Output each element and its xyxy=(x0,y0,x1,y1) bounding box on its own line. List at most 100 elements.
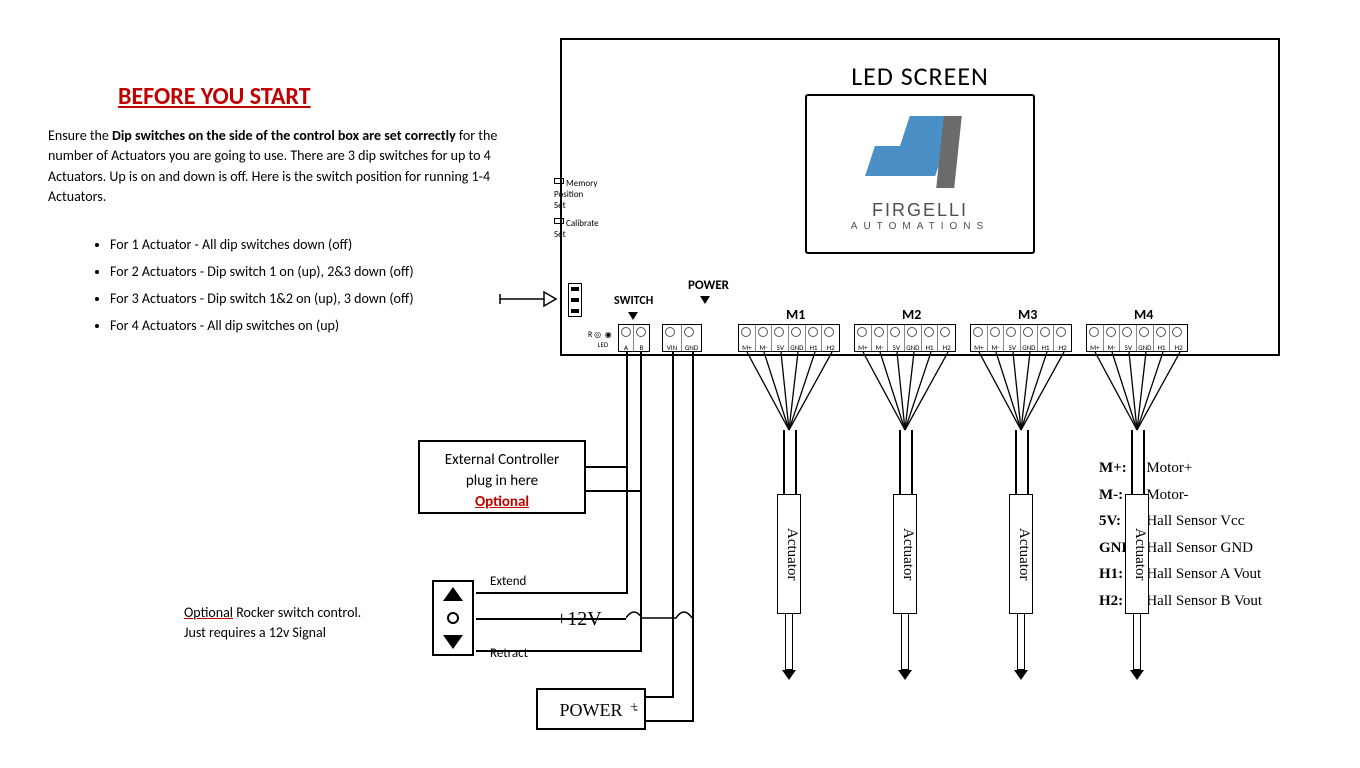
wire xyxy=(476,592,626,594)
wire xyxy=(646,720,694,722)
wire xyxy=(476,650,642,652)
list-item: For 2 Actuators - Dip switch 1 on (up), … xyxy=(110,263,540,280)
legend-row: M-:Motor- xyxy=(1098,483,1263,508)
list-item: For 1 Actuator - All dip switches down (… xyxy=(110,236,540,253)
pin-label: M+ xyxy=(1087,343,1103,352)
brand-name: FIRGELLI xyxy=(872,200,968,221)
pin-label: H2 xyxy=(938,343,955,352)
triangle-up-icon xyxy=(443,587,463,601)
ext-ctrl-line2: plug in here xyxy=(420,471,584,492)
m2-label: M2 xyxy=(902,306,921,323)
pin-label: 5V xyxy=(1004,343,1020,352)
pin-label: H1 xyxy=(922,343,938,352)
wire xyxy=(1143,430,1145,494)
wire xyxy=(640,352,642,652)
firgelli-logo-icon xyxy=(870,116,970,196)
actuator-tip-icon xyxy=(1014,670,1028,680)
wire xyxy=(646,696,674,698)
pin-label: H2 xyxy=(1170,343,1187,352)
intro-bold: Dip switches on the side of the control … xyxy=(112,127,456,144)
wire xyxy=(795,430,797,494)
rocker-note-optional: Optional xyxy=(184,604,233,621)
wire xyxy=(783,430,785,494)
actuator-2: Actuator xyxy=(893,494,917,614)
led-screen: FIRGELLI AUTOMATIONS xyxy=(805,94,1035,254)
legend-row: M+:Motor+ xyxy=(1098,456,1263,481)
actuator-3: Actuator xyxy=(1009,494,1033,614)
legend-row: 5V:Hall Sensor Vcc xyxy=(1098,509,1263,534)
power-supply-label: POWER xyxy=(560,700,623,720)
wire-fanout xyxy=(961,352,1081,432)
pin-label: M- xyxy=(756,343,772,352)
actuator-4: Actuator xyxy=(1125,494,1149,614)
pin-legend: M+:Motor+ M-:Motor- 5V:Hall Sensor Vcc G… xyxy=(1096,454,1265,615)
ext-ctrl-line1: External Controller xyxy=(420,450,584,471)
legend-row: H2:Hall Sensor B Vout xyxy=(1098,589,1263,614)
pin-label: M+ xyxy=(855,343,871,352)
pin-label: A xyxy=(619,343,633,352)
rocker-note: Optional Rocker switch control. Just req… xyxy=(184,603,414,642)
actuator-shaft xyxy=(901,614,909,670)
arrow-down-icon xyxy=(628,312,638,320)
m1-label: M1 xyxy=(786,306,805,323)
list-item: For 3 Actuators - Dip switch 1&2 on (up)… xyxy=(110,290,540,307)
pin-label: B xyxy=(634,343,649,352)
actuator-shaft xyxy=(1017,614,1025,670)
led-screen-label: LED SCREEN xyxy=(851,60,989,92)
pin-label: H2 xyxy=(1054,343,1071,352)
brand-sub: AUTOMATIONS xyxy=(851,221,989,232)
pin-label: M+ xyxy=(971,343,987,352)
power-label: POWER xyxy=(688,278,729,293)
power-supply-box: POWER + - xyxy=(536,688,646,730)
pin-label: GND xyxy=(682,343,701,352)
pin-label: M+ xyxy=(739,343,755,352)
pin-label: M- xyxy=(1104,343,1120,352)
m3-label: M3 xyxy=(1018,306,1037,323)
actuator-tip-icon xyxy=(1130,670,1144,680)
actuator-shaft xyxy=(785,614,793,670)
pin-label: VIN xyxy=(663,343,681,352)
dip-switch-icon xyxy=(568,283,582,317)
pin-label: GND xyxy=(1137,343,1153,352)
calibrate-set-button: Calibrate Set xyxy=(554,218,599,240)
legend-row: GND:Hall Sensor GND xyxy=(1098,536,1263,561)
wire xyxy=(1131,430,1133,494)
intro-prefix: Ensure the xyxy=(48,127,112,144)
pin-label: H1 xyxy=(806,343,822,352)
wire xyxy=(586,466,626,468)
pin-label: GND xyxy=(789,343,805,352)
legend-row: H1:Hall Sensor A Vout xyxy=(1098,562,1263,587)
page-title: BEFORE YOU START xyxy=(118,82,311,111)
pin-label: GND xyxy=(1021,343,1037,352)
pin-label: M- xyxy=(988,343,1004,352)
external-controller-box: External Controller plug in here Optiona… xyxy=(418,440,586,514)
pin-label: 5V xyxy=(772,343,788,352)
power-terminal: VIN GND xyxy=(662,324,702,352)
wire xyxy=(672,352,674,696)
pin-label: H2 xyxy=(822,343,839,352)
circle-icon xyxy=(447,612,459,624)
pin-label: M- xyxy=(872,343,888,352)
ext-ctrl-optional: Optional xyxy=(420,492,584,513)
pin-label: H1 xyxy=(1038,343,1054,352)
pin-label: 5V xyxy=(1120,343,1136,352)
intro-text: Ensure the Dip switches on the side of t… xyxy=(48,126,538,207)
retract-label: Retract xyxy=(490,646,528,661)
wire xyxy=(626,352,628,594)
rocker-switch-icon xyxy=(432,580,474,656)
actuator-1: Actuator xyxy=(777,494,801,614)
motor-terminal-m1: M+M-5VGNDH1H2 xyxy=(738,324,840,352)
wire-fanout xyxy=(729,352,849,432)
pin-label: 5V xyxy=(888,343,904,352)
motor-terminal-m3: M+M-5VGNDH1H2 xyxy=(970,324,1072,352)
wire xyxy=(1015,430,1017,494)
actuator-tip-icon xyxy=(898,670,912,680)
memory-set-button: Memory Position Set xyxy=(554,178,597,211)
actuator-tip-icon xyxy=(782,670,796,680)
pin-label: GND xyxy=(905,343,921,352)
extend-label: Extend xyxy=(490,574,526,589)
wire xyxy=(692,352,694,720)
triangle-down-icon xyxy=(443,635,463,649)
wire xyxy=(899,430,901,494)
pin-label: H1 xyxy=(1154,343,1170,352)
